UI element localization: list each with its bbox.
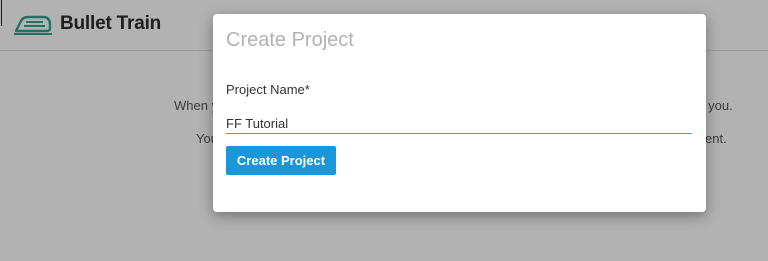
create-project-button[interactable]: Create Project	[226, 146, 336, 175]
project-name-input[interactable]	[226, 113, 692, 134]
create-project-modal: Create Project Project Name* Create Proj…	[213, 14, 706, 212]
modal-title: Create Project	[226, 29, 354, 51]
project-name-label: Project Name*	[226, 82, 310, 97]
